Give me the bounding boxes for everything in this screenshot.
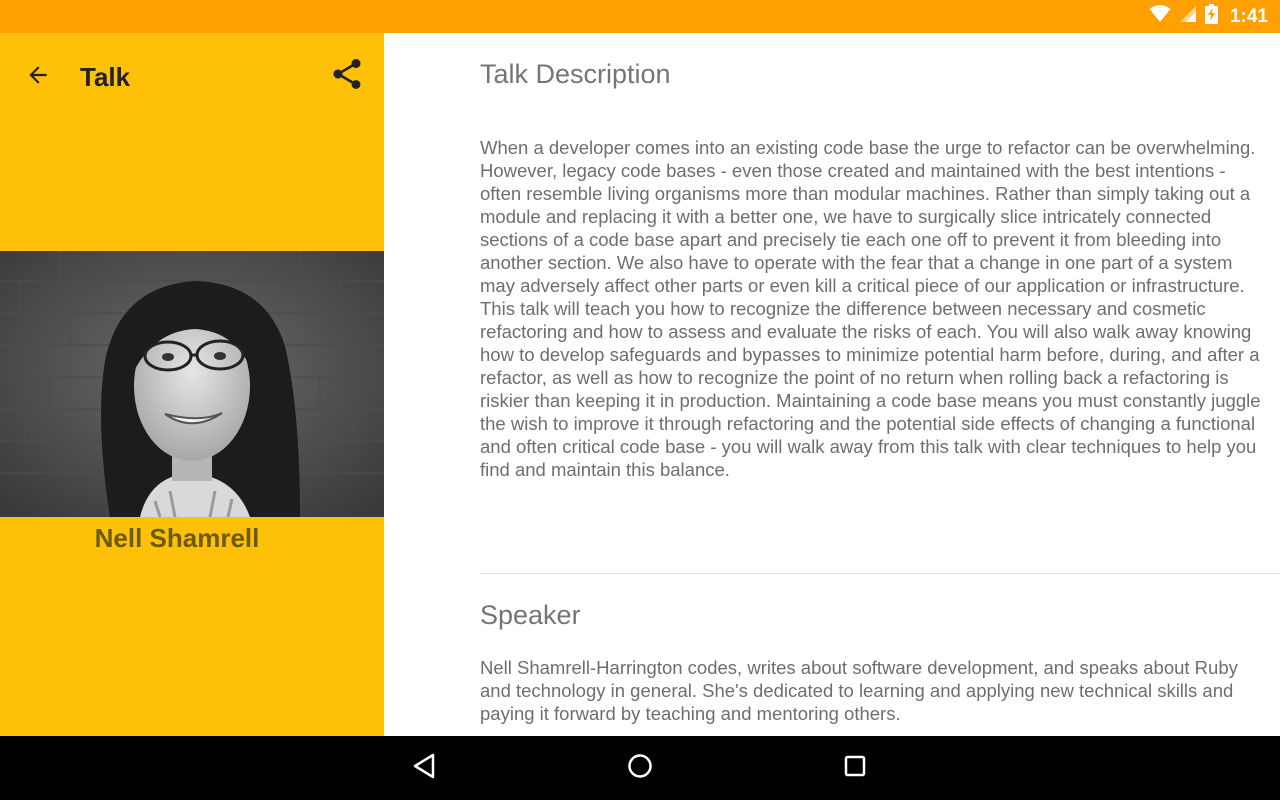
speaker-panel: Talk Nell Shamrell <box>0 33 384 736</box>
speaker-name: Nell Shamrell <box>94 523 260 553</box>
talk-description: When a developer comes into an existing … <box>480 137 1261 480</box>
page-title: Talk <box>80 62 131 92</box>
share-icon <box>329 56 365 97</box>
arrow-back-icon <box>25 62 51 93</box>
wifi-icon <box>1149 5 1171 28</box>
speaker-photo <box>0 251 384 517</box>
nav-home-icon <box>626 752 654 785</box>
nav-recents-button[interactable] <box>835 748 875 788</box>
share-button[interactable] <box>326 55 368 97</box>
nav-back-icon <box>411 752 437 785</box>
section-divider <box>480 573 1280 574</box>
back-button[interactable] <box>20 59 56 95</box>
navigation-bar <box>0 736 1280 800</box>
speaker-bio: Nell Shamrell-Harrington codes, writes a… <box>480 657 1238 724</box>
cell-signal-icon <box>1179 5 1197 28</box>
speaker-heading: Speaker <box>480 600 581 630</box>
battery-charging-icon <box>1204 4 1218 29</box>
nav-back-button[interactable] <box>404 748 444 788</box>
talk-details: Talk Description When a developer comes … <box>384 33 1280 736</box>
nav-home-button[interactable] <box>620 748 660 788</box>
status-icons: 1:41 <box>1149 0 1268 33</box>
description-heading: Talk Description <box>480 59 671 89</box>
status-bar: 1:41 <box>0 0 1280 33</box>
status-time: 1:41 <box>1229 5 1268 27</box>
toolbar: Talk <box>0 33 384 121</box>
nav-recents-icon <box>843 754 867 783</box>
